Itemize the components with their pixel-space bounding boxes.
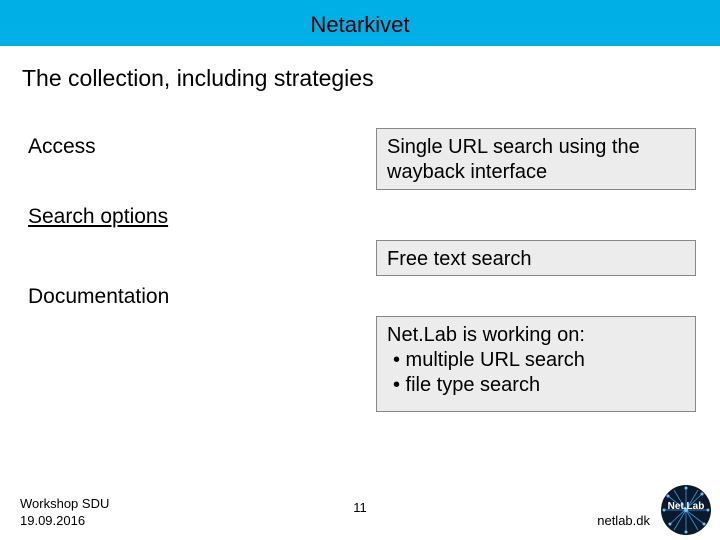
footer-line2: 19.09.2016 — [20, 513, 109, 530]
callout-intro: Net.Lab is working on: — [387, 323, 687, 348]
topic-access: Access — [28, 135, 96, 159]
title-bar: Netarkivet — [0, 0, 720, 46]
topic-search-options: Search options — [28, 205, 168, 229]
footer-url: netlab.dk — [597, 513, 650, 528]
bullet-multiple-url: • multiple URL search — [387, 348, 687, 373]
callout-single-url: Single URL search using the wayback inte… — [376, 128, 696, 190]
footer: Workshop SDU 19.09.2016 11 netlab.dk — [0, 482, 720, 540]
slide-heading: The collection, including strategies — [22, 65, 374, 92]
bullet-file-type: • file type search — [387, 373, 687, 398]
logo-label: Net.Lab — [660, 501, 712, 512]
netlab-logo: Net.Lab — [660, 484, 712, 536]
callout-netlab-working: Net.Lab is working on: • multiple URL se… — [376, 316, 696, 412]
footer-workshop: Workshop SDU 19.09.2016 — [20, 496, 109, 530]
topic-documentation: Documentation — [28, 285, 169, 309]
slide-title: Netarkivet — [0, 12, 720, 38]
page-number: 11 — [353, 500, 367, 515]
footer-line1: Workshop SDU — [20, 496, 109, 513]
slide: Netarkivet The collection, including str… — [0, 0, 720, 540]
callout-free-text: Free text search — [376, 240, 696, 276]
